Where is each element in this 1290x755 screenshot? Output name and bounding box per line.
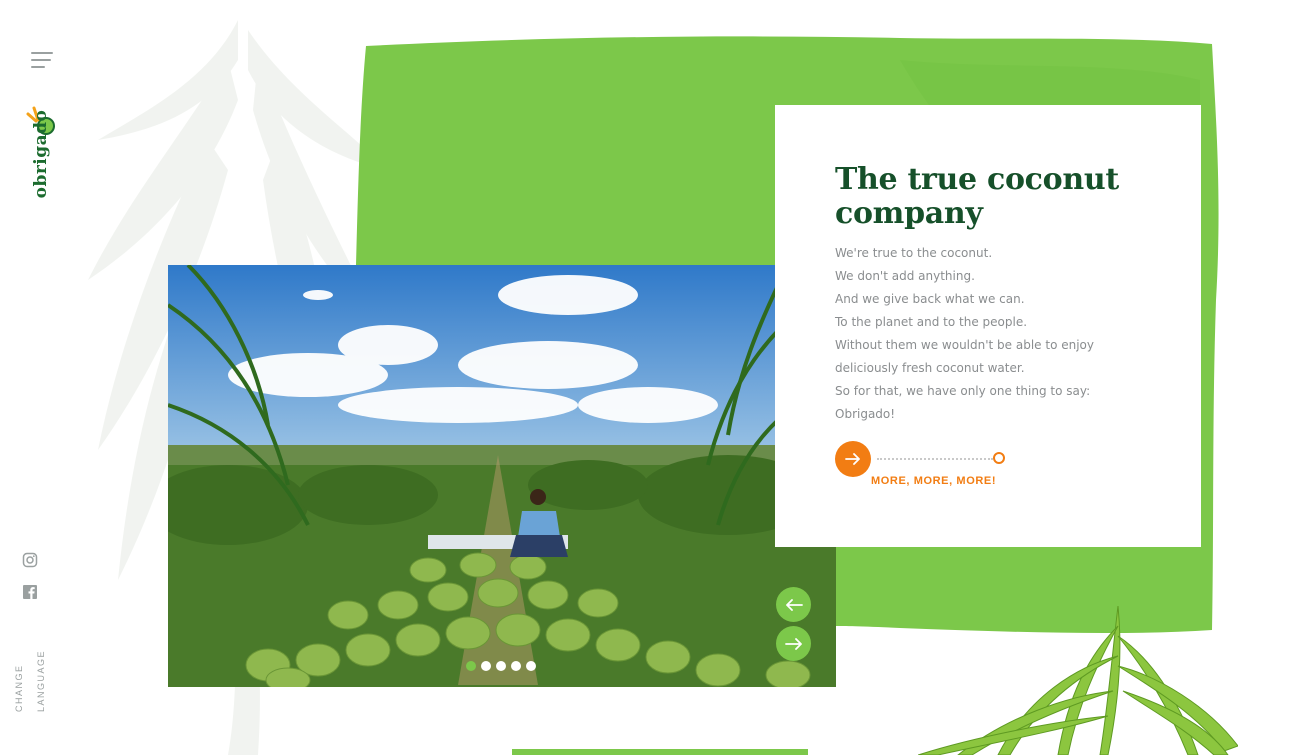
change-language-toggle[interactable]: CHANGE LANGUAGE	[8, 648, 52, 718]
slider-dot-3[interactable]	[496, 661, 506, 671]
slider-next-button[interactable]	[776, 626, 811, 661]
hero-paragraph: To the planet and to the people.	[835, 315, 1028, 329]
left-rail: obrigado CHANGE LANGUAGE	[0, 0, 88, 755]
logo-wordmark: obrigado	[31, 109, 51, 199]
facebook-icon[interactable]	[22, 584, 38, 600]
slider-dot-2[interactable]	[481, 661, 491, 671]
more-button[interactable]	[835, 441, 871, 477]
hero-photo-coconut-harvest	[168, 265, 836, 687]
hero-paragraph: Obrigado!	[835, 407, 896, 421]
hero-title: The true coconut company	[835, 162, 1119, 231]
slider-pagination	[466, 661, 536, 671]
more-link[interactable]: MORE, MORE, MORE!	[871, 475, 996, 487]
hero-paragraph: We don't add anything.	[835, 269, 975, 283]
next-section-tab	[512, 749, 808, 755]
instagram-icon[interactable]	[22, 552, 38, 568]
change-language-line-2: LANGUAGE	[36, 649, 46, 712]
hero-description: We're true to the coconut. We don't add …	[835, 242, 1135, 426]
obrigado-logo[interactable]: obrigado	[18, 104, 62, 208]
hero-paragraph: We're true to the coconut.	[835, 246, 993, 260]
slider-dot-4[interactable]	[511, 661, 521, 671]
slider-dot-5[interactable]	[526, 661, 536, 671]
hero-paragraph: So for that, we have only one thing to s…	[835, 384, 1091, 398]
hero-text-card: The true coconut company We're true to t…	[775, 105, 1201, 547]
ring-marker-icon	[993, 452, 1005, 464]
hero-paragraph: Without them we wouldn't be able to enjo…	[835, 338, 1095, 352]
slider-dot-1[interactable]	[466, 661, 476, 671]
palm-leaf-decoration	[918, 605, 1238, 755]
arrow-right-icon	[845, 453, 860, 465]
hero-paragraph: And we give back what we can.	[835, 292, 1025, 306]
arrow-left-icon	[785, 598, 803, 611]
slider-prev-button[interactable]	[776, 587, 811, 622]
dotted-connector	[877, 458, 993, 460]
arrow-right-icon	[784, 637, 802, 650]
hamburger-menu-icon[interactable]	[31, 52, 57, 72]
change-language-line-1: CHANGE	[14, 664, 24, 712]
hero-paragraph: deliciously fresh coconut water.	[835, 361, 1025, 375]
